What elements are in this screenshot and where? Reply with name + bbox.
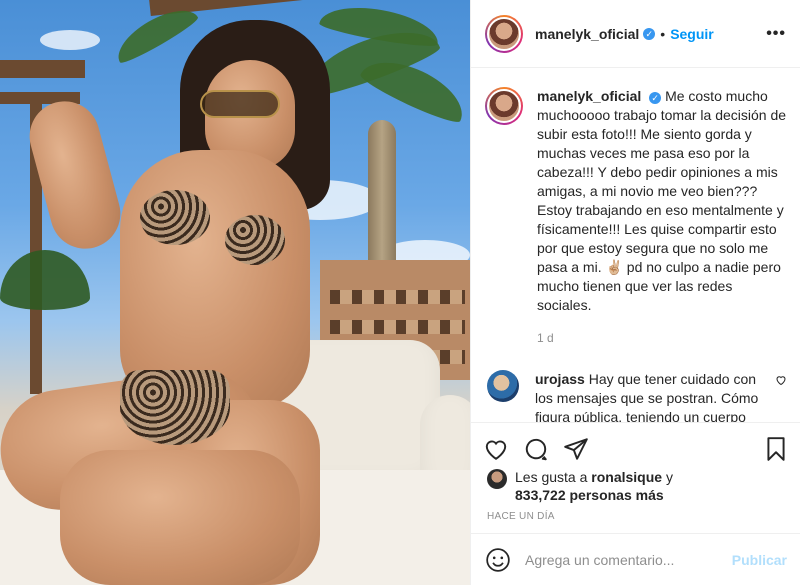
comments-list[interactable]: manelyk_oficial ✓ Me costo mucho muchooo… — [471, 69, 800, 422]
caption-text: Me costo mucho muchooooo trabajo tomar l… — [537, 88, 787, 313]
post-header: manelyk_oficial ✓ • Seguir ••• — [471, 0, 800, 68]
add-comment-bar: Publicar — [471, 533, 800, 585]
share-paper-plane-icon[interactable] — [563, 436, 589, 462]
comment-bubble-icon[interactable] — [523, 436, 549, 462]
publish-button[interactable]: Publicar — [732, 552, 787, 568]
verified-badge-icon: ✓ — [649, 92, 662, 104]
emoji-icon[interactable] — [485, 547, 511, 573]
post-timestamp[interactable]: HACE UN DÍA — [487, 511, 555, 522]
follow-button[interactable]: Seguir — [670, 26, 714, 42]
comment-item: urojass Hay que tener cuidado con los me… — [485, 370, 787, 422]
profile-avatar[interactable] — [485, 14, 523, 53]
post-actions-bar — [471, 422, 800, 474]
like-heart-icon[interactable] — [483, 436, 509, 462]
likes-conj: y — [665, 469, 673, 485]
caption-time[interactable]: 1 d — [537, 329, 787, 348]
comment-input[interactable] — [525, 551, 732, 568]
comment-username[interactable]: urojass — [535, 371, 585, 387]
likes-prefix: Les gusta a — [515, 469, 588, 485]
caption-body: manelyk_oficial ✓ Me costo mucho muchooo… — [537, 87, 787, 315]
verified-badge-icon: ✓ — [643, 27, 656, 40]
comment-body: urojass Hay que tener cuidado con los me… — [535, 370, 767, 422]
post-caption: manelyk_oficial ✓ Me costo mucho muchooo… — [485, 87, 787, 348]
bookmark-icon[interactable] — [763, 436, 789, 462]
likes-text: Les gusta a ronalsique y 833,722 persona… — [515, 468, 673, 504]
liker-avatar[interactable] — [487, 469, 507, 489]
caption-username[interactable]: manelyk_oficial — [537, 88, 641, 104]
likes-count[interactable]: 833,722 personas más — [515, 487, 664, 503]
likes-summary: Les gusta a ronalsique y 833,722 persona… — [487, 468, 787, 504]
header-username[interactable]: manelyk_oficial — [535, 26, 639, 42]
like-comment-icon[interactable] — [775, 374, 787, 422]
post-side-panel: manelyk_oficial ✓ • Seguir ••• manelyk_o… — [470, 0, 800, 585]
separator-dot: • — [660, 25, 666, 42]
comment-avatar[interactable] — [487, 370, 519, 402]
more-options-icon[interactable]: ••• — [766, 25, 786, 43]
post-photo[interactable] — [0, 0, 470, 585]
liker-username[interactable]: ronalsique — [591, 469, 662, 485]
caption-avatar[interactable] — [485, 87, 523, 125]
